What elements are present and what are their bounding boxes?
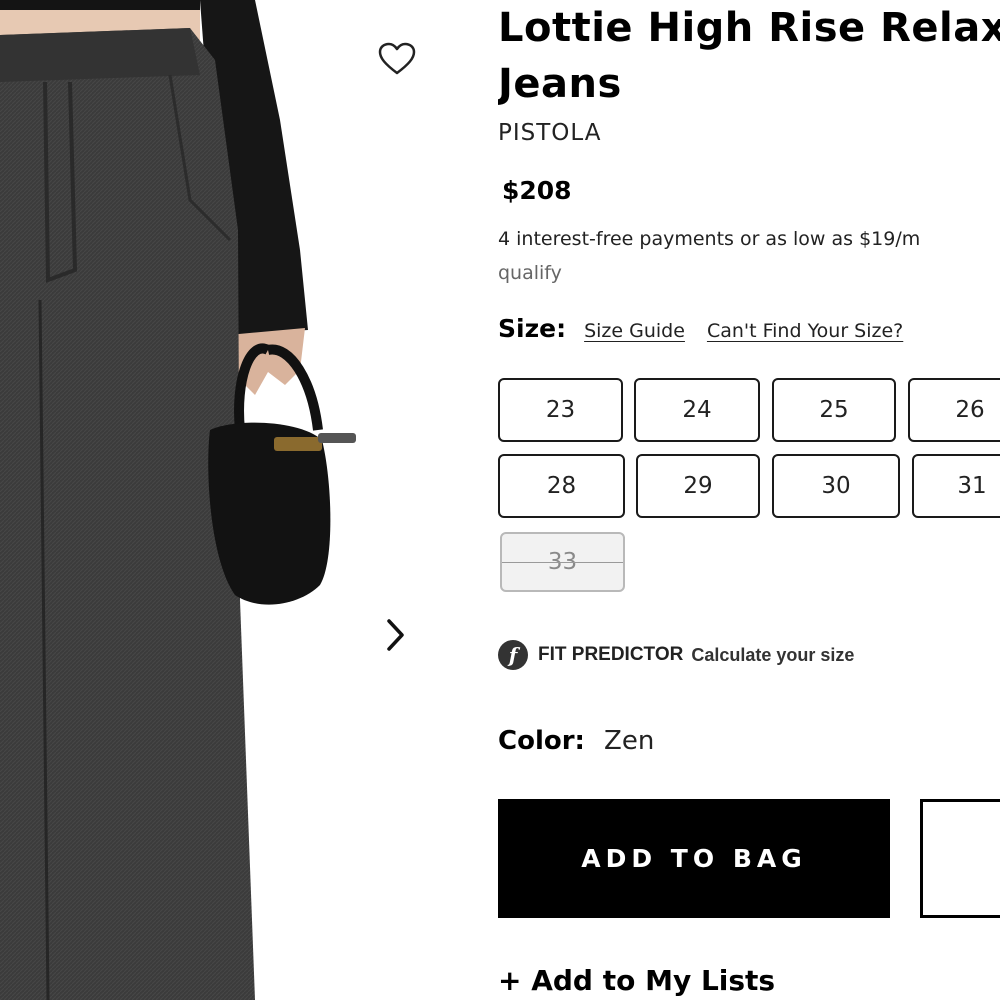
product-title-line-2: Jeans <box>498 61 622 107</box>
size-option-24[interactable]: 24 <box>634 378 760 442</box>
next-image-button[interactable] <box>385 618 421 662</box>
size-option-25[interactable]: 25 <box>772 378 896 442</box>
product-photo <box>0 0 356 1000</box>
wishlist-heart-button[interactable] <box>378 42 426 90</box>
fit-predictor[interactable]: f FIT PREDICTOR Calculate your size <box>498 640 854 670</box>
brand-name[interactable]: PISTOLA <box>498 120 601 146</box>
size-option-30[interactable]: 30 <box>772 454 900 518</box>
installment-payments-text: 4 interest-free payments or as low as $1… <box>498 222 1000 290</box>
product-title: Lottie High Rise Relax Jeans <box>498 0 1000 112</box>
size-header: Size: Size Guide Can't Find Your Size? <box>498 314 925 343</box>
size-label: Size: <box>498 314 567 343</box>
add-to-my-lists-link[interactable]: + Add to My Lists <box>498 964 775 997</box>
add-to-bag-button[interactable]: ADD TO BAG <box>498 799 890 918</box>
installment-qualify-text: qualify <box>498 262 562 284</box>
size-option-31[interactable]: 31 <box>912 454 1000 518</box>
size-guide-link[interactable]: Size Guide <box>584 320 685 342</box>
size-option-33-unavailable: 33 <box>500 532 625 592</box>
color-row: Color: Zen <box>498 726 654 756</box>
fit-predictor-title: FIT PREDICTOR <box>538 644 684 665</box>
size-option-28[interactable]: 28 <box>498 454 625 518</box>
size-option-29[interactable]: 29 <box>636 454 760 518</box>
size-option-26[interactable]: 26 <box>908 378 1000 442</box>
fit-predictor-subtitle: Calculate your size <box>691 644 855 665</box>
wishlist-box-button[interactable] <box>920 799 1000 918</box>
color-value: Zen <box>604 726 655 756</box>
chevron-right-icon <box>387 619 404 651</box>
fit-predictor-logo-icon: f <box>498 640 528 670</box>
product-title-line-1: Lottie High Rise Relax <box>498 5 1000 51</box>
product-info-panel: Lottie High Rise Relax Jeans PISTOLA $20… <box>498 0 1000 1000</box>
heart-outline-icon <box>378 42 416 75</box>
installment-payments-line: 4 interest-free payments or as low as $1… <box>498 228 921 250</box>
product-price: $208 <box>502 176 572 205</box>
color-label: Color: <box>498 726 585 756</box>
product-image-gallery <box>0 0 460 1000</box>
size-option-33-label: 33 <box>547 549 578 575</box>
cant-find-size-link[interactable]: Can't Find Your Size? <box>707 320 903 342</box>
size-option-23[interactable]: 23 <box>498 378 623 442</box>
